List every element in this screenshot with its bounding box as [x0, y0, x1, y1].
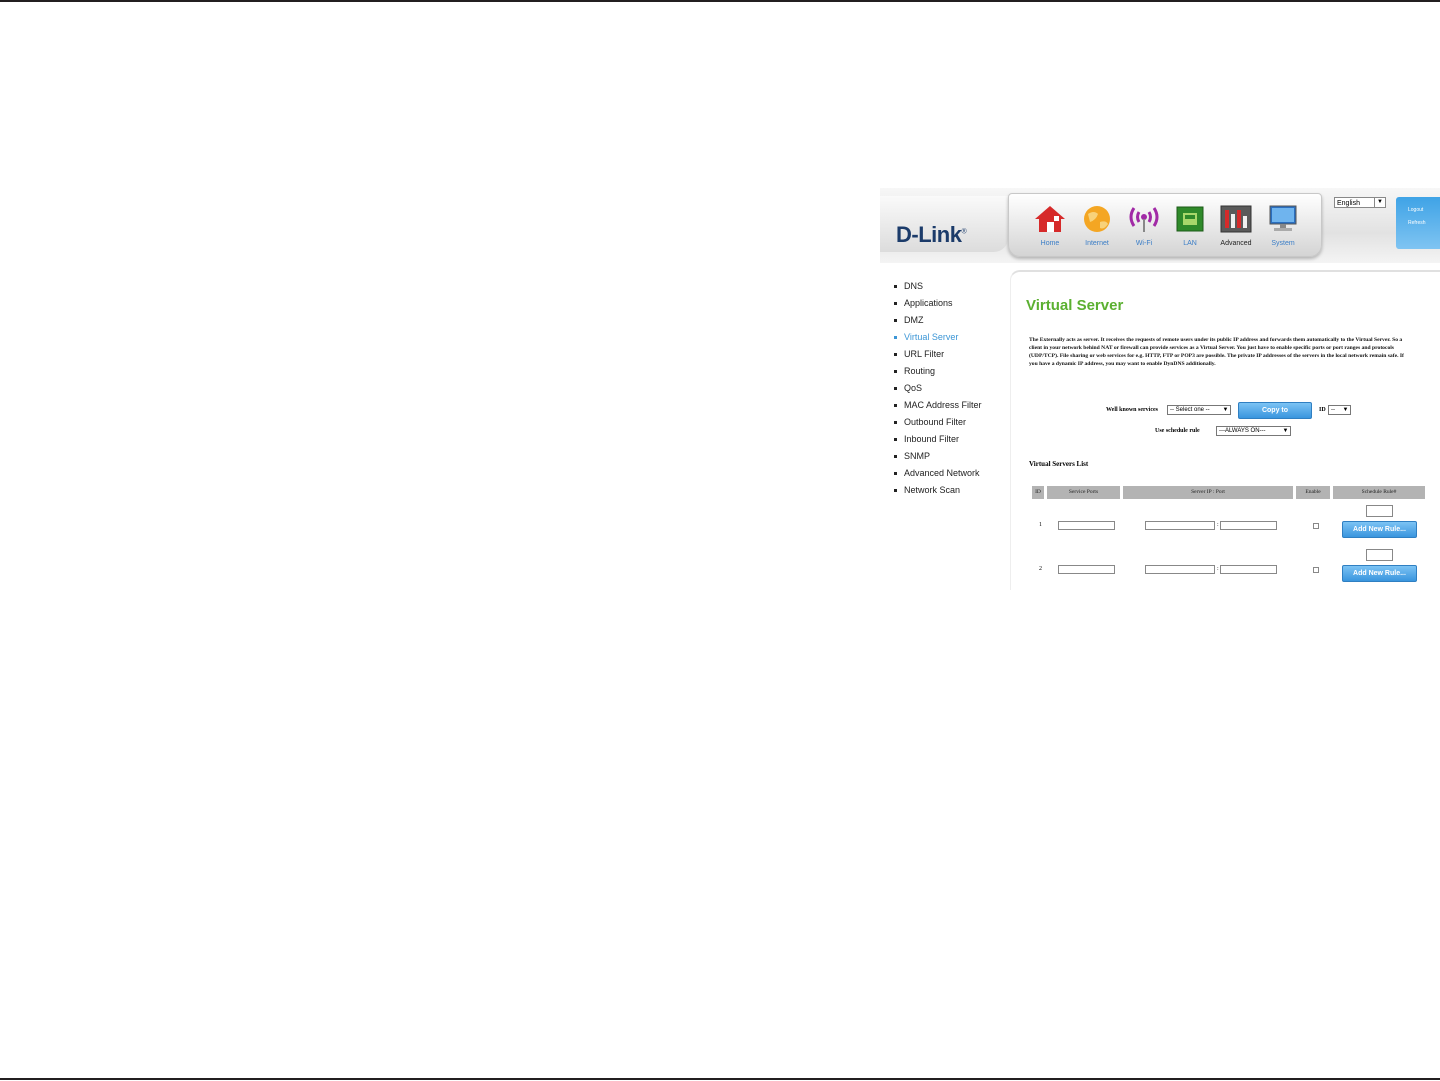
column-header-service-ports: Service Ports	[1047, 486, 1120, 499]
menu-item-virtual-server[interactable]: Virtual Server	[893, 333, 982, 350]
column-header-server-ip-port: Server IP : Port	[1123, 486, 1293, 499]
page-title: Virtual Server	[1026, 297, 1124, 314]
menu-item-inbound-filter[interactable]: Inbound Filter	[893, 435, 982, 452]
nav-home[interactable]: Home	[1027, 204, 1073, 252]
add-new-rule-button[interactable]: Add New Rule...	[1342, 565, 1417, 582]
row-id: 2	[1039, 566, 1042, 572]
dlink-logo: D-Link®	[896, 222, 967, 247]
copy-to-button[interactable]: Copy to	[1238, 402, 1312, 419]
menu-item-network-scan[interactable]: Network Scan	[893, 486, 982, 503]
lan-port-icon	[1173, 204, 1207, 234]
menu-item-routing[interactable]: Routing	[893, 367, 982, 384]
nav-system[interactable]: System	[1260, 204, 1306, 252]
page-bottom-rule	[0, 1078, 1440, 1080]
menu-item-advanced-network[interactable]: Advanced Network	[893, 469, 982, 486]
schedule-rule-input[interactable]	[1366, 549, 1393, 561]
enable-checkbox[interactable]	[1313, 523, 1319, 529]
schedule-rule-input[interactable]	[1366, 505, 1393, 517]
nav-lan[interactable]: LAN	[1167, 204, 1213, 252]
menu-item-snmp[interactable]: SNMP	[893, 452, 982, 469]
chevron-down-icon: ▼	[1282, 428, 1289, 434]
language-select[interactable]: English ▼	[1334, 197, 1386, 208]
ip-port-separator: :	[1217, 566, 1219, 572]
enable-checkbox[interactable]	[1313, 567, 1319, 573]
advanced-menu: DNS Applications DMZ Virtual Server URL …	[893, 282, 982, 503]
column-header-schedule-rule: Schedule Rule#	[1333, 486, 1425, 499]
advanced-tools-icon	[1219, 204, 1253, 234]
server-ip-input[interactable]	[1145, 521, 1215, 530]
well-known-services-select[interactable]: -- Select one -- ▼	[1167, 405, 1231, 415]
server-ip-input[interactable]	[1145, 565, 1215, 574]
main-nav: Home Internet Wi-Fi LAN Advanced System	[1008, 193, 1322, 257]
ip-port-separator: :	[1217, 522, 1219, 528]
menu-item-url-filter[interactable]: URL Filter	[893, 350, 982, 367]
virtual-servers-list-title: Virtual Servers List	[1029, 460, 1089, 468]
column-header-id: ID	[1032, 486, 1044, 499]
router-header: D-Link® Home Internet Wi-Fi LAN Advanced…	[880, 188, 1440, 263]
logout-link[interactable]: Logout	[1396, 207, 1440, 213]
add-new-rule-button[interactable]: Add New Rule...	[1342, 521, 1417, 538]
schedule-rule-label: Use schedule rule	[1155, 428, 1200, 434]
schedule-rule-select[interactable]: ---ALWAYS ON--- ▼	[1216, 426, 1291, 436]
menu-item-dmz[interactable]: DMZ	[893, 316, 982, 333]
page-top-rule	[0, 0, 1440, 2]
menu-item-dns[interactable]: DNS	[893, 282, 982, 299]
chevron-down-icon: ▼	[1342, 407, 1349, 413]
computer-icon	[1266, 204, 1300, 234]
service-ports-input[interactable]	[1058, 565, 1115, 574]
router-screenshot: D-Link® Home Internet Wi-Fi LAN Advanced…	[880, 188, 1440, 590]
refresh-link[interactable]: Refresh	[1396, 220, 1440, 226]
home-icon	[1033, 204, 1067, 234]
column-header-enable: Enable	[1296, 486, 1330, 499]
server-port-input[interactable]	[1220, 521, 1277, 530]
wifi-antenna-icon	[1127, 204, 1161, 234]
logo-area: D-Link®	[880, 196, 1008, 252]
service-ports-input[interactable]	[1058, 521, 1115, 530]
globe-icon	[1080, 204, 1114, 234]
server-port-input[interactable]	[1220, 565, 1277, 574]
content-panel: Virtual Server The Externally acts as se…	[1010, 270, 1440, 590]
menu-item-mac-address-filter[interactable]: MAC Address Filter	[893, 401, 982, 418]
nav-internet[interactable]: Internet	[1074, 204, 1120, 252]
row-id: 1	[1039, 522, 1042, 528]
chevron-down-icon: ▼	[1222, 407, 1229, 413]
nav-wifi[interactable]: Wi-Fi	[1121, 204, 1167, 252]
menu-item-qos[interactable]: QoS	[893, 384, 982, 401]
id-select[interactable]: -- ▼	[1328, 405, 1351, 415]
well-known-services-label: Well known services	[1106, 407, 1158, 413]
account-panel: Logout Refresh	[1396, 197, 1440, 249]
page-description: The Externally acts as server. It receiv…	[1029, 337, 1404, 367]
menu-item-outbound-filter[interactable]: Outbound Filter	[893, 418, 982, 435]
menu-item-applications[interactable]: Applications	[893, 299, 982, 316]
nav-advanced[interactable]: Advanced	[1213, 204, 1259, 252]
id-label: ID	[1319, 407, 1326, 413]
chevron-down-icon: ▼	[1374, 198, 1385, 207]
